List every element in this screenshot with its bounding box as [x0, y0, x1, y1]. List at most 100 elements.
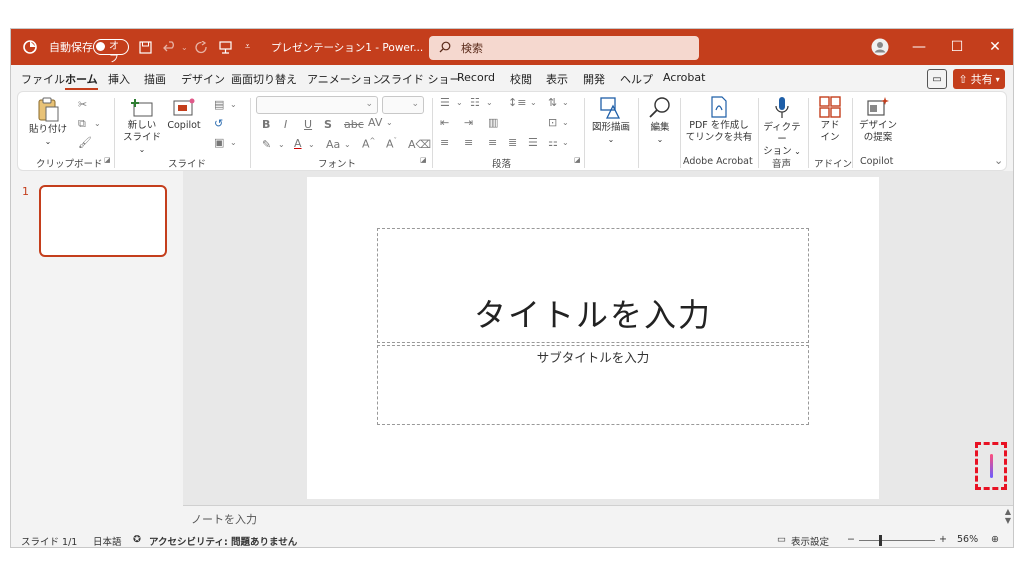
text-direction-icon[interactable]: ⇅: [548, 96, 557, 109]
layout-icon[interactable]: ▤: [214, 98, 224, 111]
format-painter-icon[interactable]: 🖌: [78, 136, 92, 149]
tab-file[interactable]: ファイル: [21, 71, 65, 87]
italic-icon[interactable]: I: [284, 118, 287, 131]
chevron-down-icon[interactable]: ⌄: [530, 98, 537, 107]
tab-animations[interactable]: アニメーション: [307, 71, 384, 87]
justify-icon[interactable]: ≣: [508, 136, 517, 149]
tab-draw[interactable]: 描画: [144, 71, 166, 87]
new-slide-button[interactable]: 新しい スライド ⌄: [122, 98, 162, 156]
display-settings[interactable]: 表示設定: [791, 534, 829, 547]
tab-transitions[interactable]: 画面切り替え: [231, 71, 297, 87]
align-center-icon[interactable]: ≡: [464, 136, 473, 149]
copy-icon[interactable]: ⧉: [78, 117, 86, 131]
line-spacing-icon[interactable]: ↕≡: [508, 96, 526, 109]
close-button[interactable]: ✕: [975, 29, 1013, 65]
notes-scroll-icon[interactable]: ▲ ▼: [1005, 507, 1011, 525]
undo-dropdown-icon[interactable]: ⌄: [181, 29, 188, 65]
chevron-down-icon[interactable]: ⌄: [230, 100, 237, 109]
autosave-toggle[interactable]: オフ: [93, 29, 129, 65]
copilot-slide-button[interactable]: Copilot: [164, 98, 204, 132]
cut-icon[interactable]: ✂: [78, 98, 87, 111]
zoom-slider[interactable]: [859, 535, 935, 546]
presenter-icon[interactable]: [219, 29, 232, 65]
dialog-launcher-icon[interactable]: ◪: [420, 156, 427, 164]
chevron-down-icon[interactable]: ⌄: [562, 138, 569, 147]
distributed-icon[interactable]: ☰: [528, 136, 538, 149]
paste-button[interactable]: 貼り付け ⌄: [28, 96, 68, 148]
comments-icon[interactable]: ▭: [927, 69, 947, 89]
chevron-down-icon[interactable]: ⌄: [386, 118, 393, 127]
section-icon[interactable]: ▣: [214, 136, 224, 149]
chevron-down-icon[interactable]: ⌄: [94, 119, 101, 128]
zoom-slider-thumb[interactable]: [879, 535, 882, 546]
columns-icon[interactable]: ▥: [488, 116, 498, 129]
change-case-icon[interactable]: Aa: [326, 138, 340, 151]
ribbon-collapse-chevron-icon[interactable]: ⌄: [994, 154, 1003, 167]
align-left-icon[interactable]: ≡: [440, 136, 449, 149]
text-shadow-icon[interactable]: S: [324, 118, 332, 131]
bold-icon[interactable]: B: [262, 118, 270, 131]
search-box[interactable]: 検索: [429, 36, 699, 60]
designer-button[interactable]: デザイン の提案: [854, 96, 902, 144]
chevron-down-icon[interactable]: ⌄: [456, 98, 463, 107]
dialog-launcher-icon[interactable]: ◪: [104, 156, 111, 164]
display-settings-icon[interactable]: ▭: [777, 534, 786, 545]
increase-font-icon[interactable]: A^: [362, 137, 375, 151]
slide-canvas[interactable]: タイトルを入力 サブタイトルを入力: [307, 177, 879, 499]
tab-insert[interactable]: 挿入: [108, 71, 130, 87]
chevron-down-icon[interactable]: ⌄: [308, 140, 315, 149]
maximize-button[interactable]: ☐: [937, 29, 977, 65]
title-placeholder[interactable]: タイトルを入力: [377, 228, 809, 343]
chevron-down-icon[interactable]: ⌄: [562, 118, 569, 127]
align-right-icon[interactable]: ≡: [488, 136, 497, 149]
subtitle-placeholder[interactable]: サブタイトルを入力: [377, 345, 809, 425]
dialog-launcher-icon[interactable]: ◪: [574, 156, 581, 164]
strikethrough-icon[interactable]: abc: [344, 118, 364, 131]
tab-acrobat[interactable]: Acrobat: [663, 71, 705, 84]
notes-pane[interactable]: ノートを入力 ▲ ▼: [183, 505, 1013, 531]
tab-record[interactable]: Record: [457, 71, 495, 84]
chevron-down-icon[interactable]: ⌄: [230, 138, 237, 147]
create-pdf-share-link-button[interactable]: PDF を作成し てリンクを共有: [682, 96, 756, 144]
chevron-down-icon[interactable]: ⌄: [278, 140, 285, 149]
tab-review[interactable]: 校閲: [510, 71, 532, 87]
align-text-icon[interactable]: ⊡: [548, 116, 557, 129]
undo-icon[interactable]: [163, 29, 177, 65]
underline-icon[interactable]: U: [304, 118, 312, 131]
dictate-button[interactable]: ディクテー ション ⌄: [760, 96, 804, 158]
account-avatar-icon[interactable]: [871, 29, 889, 65]
customize-toolbar-icon[interactable]: ⩡: [245, 29, 250, 65]
smartart-icon[interactable]: ⚏: [548, 136, 558, 149]
tab-home[interactable]: ホーム: [65, 71, 98, 90]
minimize-button[interactable]: —: [899, 29, 939, 65]
copilot-icon[interactable]: [975, 442, 1007, 490]
reset-icon[interactable]: ↺: [214, 117, 223, 130]
increase-indent-icon[interactable]: ⇥: [464, 116, 473, 129]
decrease-indent-icon[interactable]: ⇤: [440, 116, 449, 129]
font-family-dropdown[interactable]: ⌄: [256, 96, 378, 114]
font-size-dropdown[interactable]: ⌄: [382, 96, 424, 114]
tab-view[interactable]: 表示: [546, 71, 568, 87]
editing-button[interactable]: 編集 ⌄: [642, 96, 678, 146]
save-icon[interactable]: [139, 29, 152, 65]
bullets-icon[interactable]: ☰: [440, 96, 450, 109]
zoom-level[interactable]: 56%: [957, 534, 978, 545]
language-indicator[interactable]: 日本語: [93, 534, 122, 547]
highlight-icon[interactable]: ✎: [262, 138, 271, 151]
zoom-out-icon[interactable]: −: [847, 534, 855, 545]
tab-help[interactable]: ヘルプ: [620, 71, 653, 87]
character-spacing-icon[interactable]: AV: [368, 116, 382, 129]
slide-thumbnail[interactable]: [39, 185, 167, 257]
numbering-icon[interactable]: ☷: [470, 96, 480, 109]
tab-developer[interactable]: 開発: [583, 71, 605, 87]
addins-button[interactable]: アド イン: [810, 96, 850, 144]
tab-design[interactable]: デザイン: [181, 71, 225, 87]
decrease-font-icon[interactable]: Aˇ: [386, 137, 397, 151]
font-color-icon[interactable]: A: [294, 137, 302, 150]
chevron-down-icon[interactable]: ⌄: [486, 98, 493, 107]
chevron-down-icon[interactable]: ⌄: [344, 140, 351, 149]
accessibility-icon[interactable]: ✪: [133, 534, 141, 545]
clear-formatting-icon[interactable]: A⌫: [408, 138, 431, 151]
share-button[interactable]: ⇧ 共有 ▾: [953, 69, 1005, 89]
fit-to-window-icon[interactable]: ⊕: [991, 534, 999, 545]
